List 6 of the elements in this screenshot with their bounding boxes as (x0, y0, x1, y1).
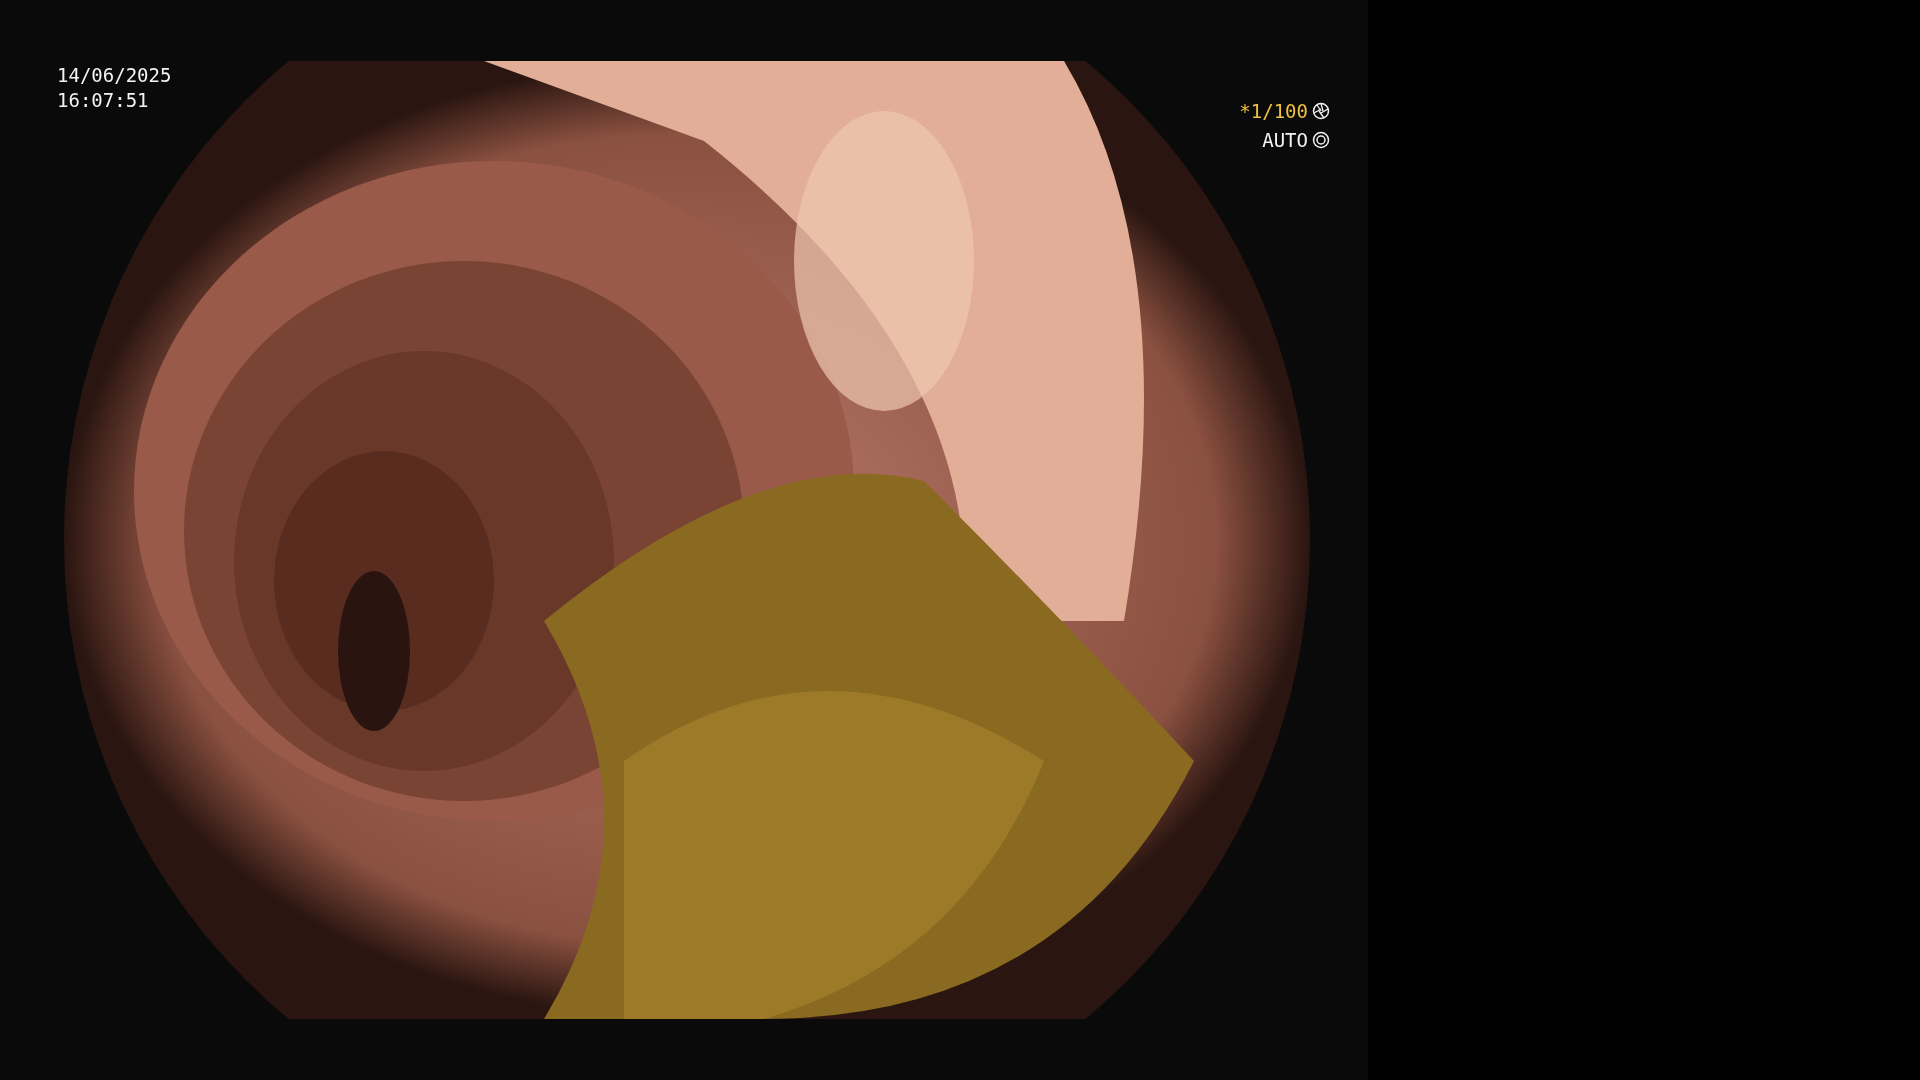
date-text: 14/06/2025 (57, 63, 172, 87)
time-text: 16:07:51 (57, 88, 149, 112)
shutter-speed-text: *1/100 (1239, 99, 1308, 123)
mode-text: AUTO (1262, 128, 1308, 152)
ring-icon (1312, 131, 1330, 149)
aperture-icon (1312, 102, 1330, 120)
